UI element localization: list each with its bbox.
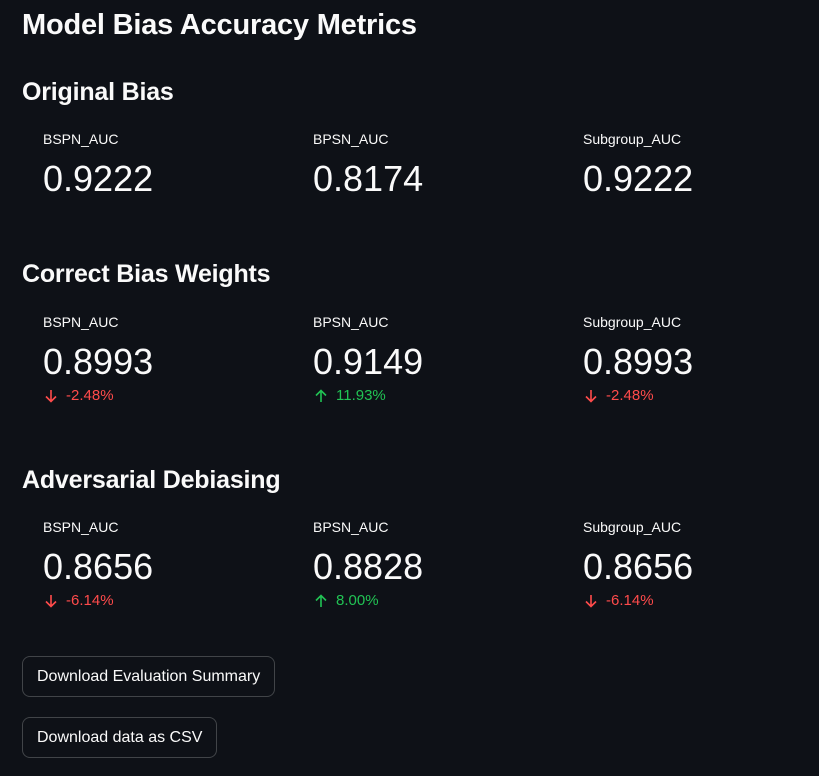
metric-delta-text: 11.93% xyxy=(336,387,386,404)
page-title: Model Bias Accuracy Metrics xyxy=(22,9,417,41)
section-title-adversarial-debiasing: Adversarial Debiasing xyxy=(22,466,281,494)
metric-reweighted-bspn-auc: BSPN_AUC 0.8993 -2.48% xyxy=(43,313,293,406)
arrow-down-icon xyxy=(45,595,57,608)
metric-adversarial-bspn-auc: BSPN_AUC 0.8656 -6.14% xyxy=(43,518,293,611)
metric-original-subgroup-auc: Subgroup_AUC 0.9222 xyxy=(583,130,819,202)
arrow-down-icon xyxy=(585,595,597,608)
metric-value: 0.9222 xyxy=(583,158,694,199)
section-title-correct-bias-weights: Correct Bias Weights xyxy=(22,260,271,288)
metric-label: BPSN_AUC xyxy=(313,131,389,147)
arrow-up-icon xyxy=(315,389,327,402)
metric-label: BPSN_AUC xyxy=(313,519,389,535)
arrow-up-icon xyxy=(315,594,327,607)
metric-value: 0.9222 xyxy=(43,158,154,199)
metric-reweighted-bpsn-auc: BPSN_AUC 0.9149 11.93% xyxy=(313,313,563,406)
metric-reweighted-subgroup-auc: Subgroup_AUC 0.8993 -2.48% xyxy=(583,313,819,406)
download-csv-button[interactable]: Download data as CSV xyxy=(22,717,218,758)
metric-adversarial-bpsn-auc: BPSN_AUC 0.8828 8.00% xyxy=(313,518,563,611)
metric-label: BPSN_AUC xyxy=(313,314,389,330)
metric-delta: -6.14% xyxy=(43,591,293,611)
metric-delta-text: -6.14% xyxy=(606,592,654,609)
arrow-down-icon xyxy=(585,390,597,403)
metric-label: BSPN_AUC xyxy=(43,519,119,535)
metric-delta-text: -2.48% xyxy=(66,387,114,404)
metric-delta-text: 8.00% xyxy=(336,592,379,609)
metric-adversarial-subgroup-auc: Subgroup_AUC 0.8656 -6.14% xyxy=(583,518,819,611)
metric-label: Subgroup_AUC xyxy=(583,519,682,535)
metric-value: 0.8174 xyxy=(313,158,424,199)
metric-value: 0.8993 xyxy=(43,341,154,382)
section-title-original-bias: Original Bias xyxy=(22,78,174,106)
metric-value: 0.8828 xyxy=(313,546,424,587)
metric-original-bpsn-auc: BPSN_AUC 0.8174 xyxy=(313,130,563,202)
download-evaluation-summary-button[interactable]: Download Evaluation Summary xyxy=(22,656,276,697)
metric-label: BSPN_AUC xyxy=(43,314,119,330)
metric-label: BSPN_AUC xyxy=(43,131,119,147)
metric-delta-text: -2.48% xyxy=(606,387,654,404)
arrow-down-icon xyxy=(45,390,57,403)
metric-value: 0.8656 xyxy=(43,546,154,587)
metric-value: 0.8993 xyxy=(583,341,694,382)
metric-label: Subgroup_AUC xyxy=(583,314,682,330)
metric-value: 0.9149 xyxy=(313,341,424,382)
metric-label: Subgroup_AUC xyxy=(583,131,682,147)
metric-delta-text: -6.14% xyxy=(66,592,114,609)
metric-delta: -6.14% xyxy=(583,591,819,611)
metric-delta: -2.48% xyxy=(583,386,819,406)
metric-original-bspn-auc: BSPN_AUC 0.9222 xyxy=(43,130,293,202)
metric-delta: -2.48% xyxy=(43,386,293,406)
metric-delta: 8.00% xyxy=(313,591,563,611)
metric-value: 0.8656 xyxy=(583,546,694,587)
metric-delta: 11.93% xyxy=(313,386,563,406)
